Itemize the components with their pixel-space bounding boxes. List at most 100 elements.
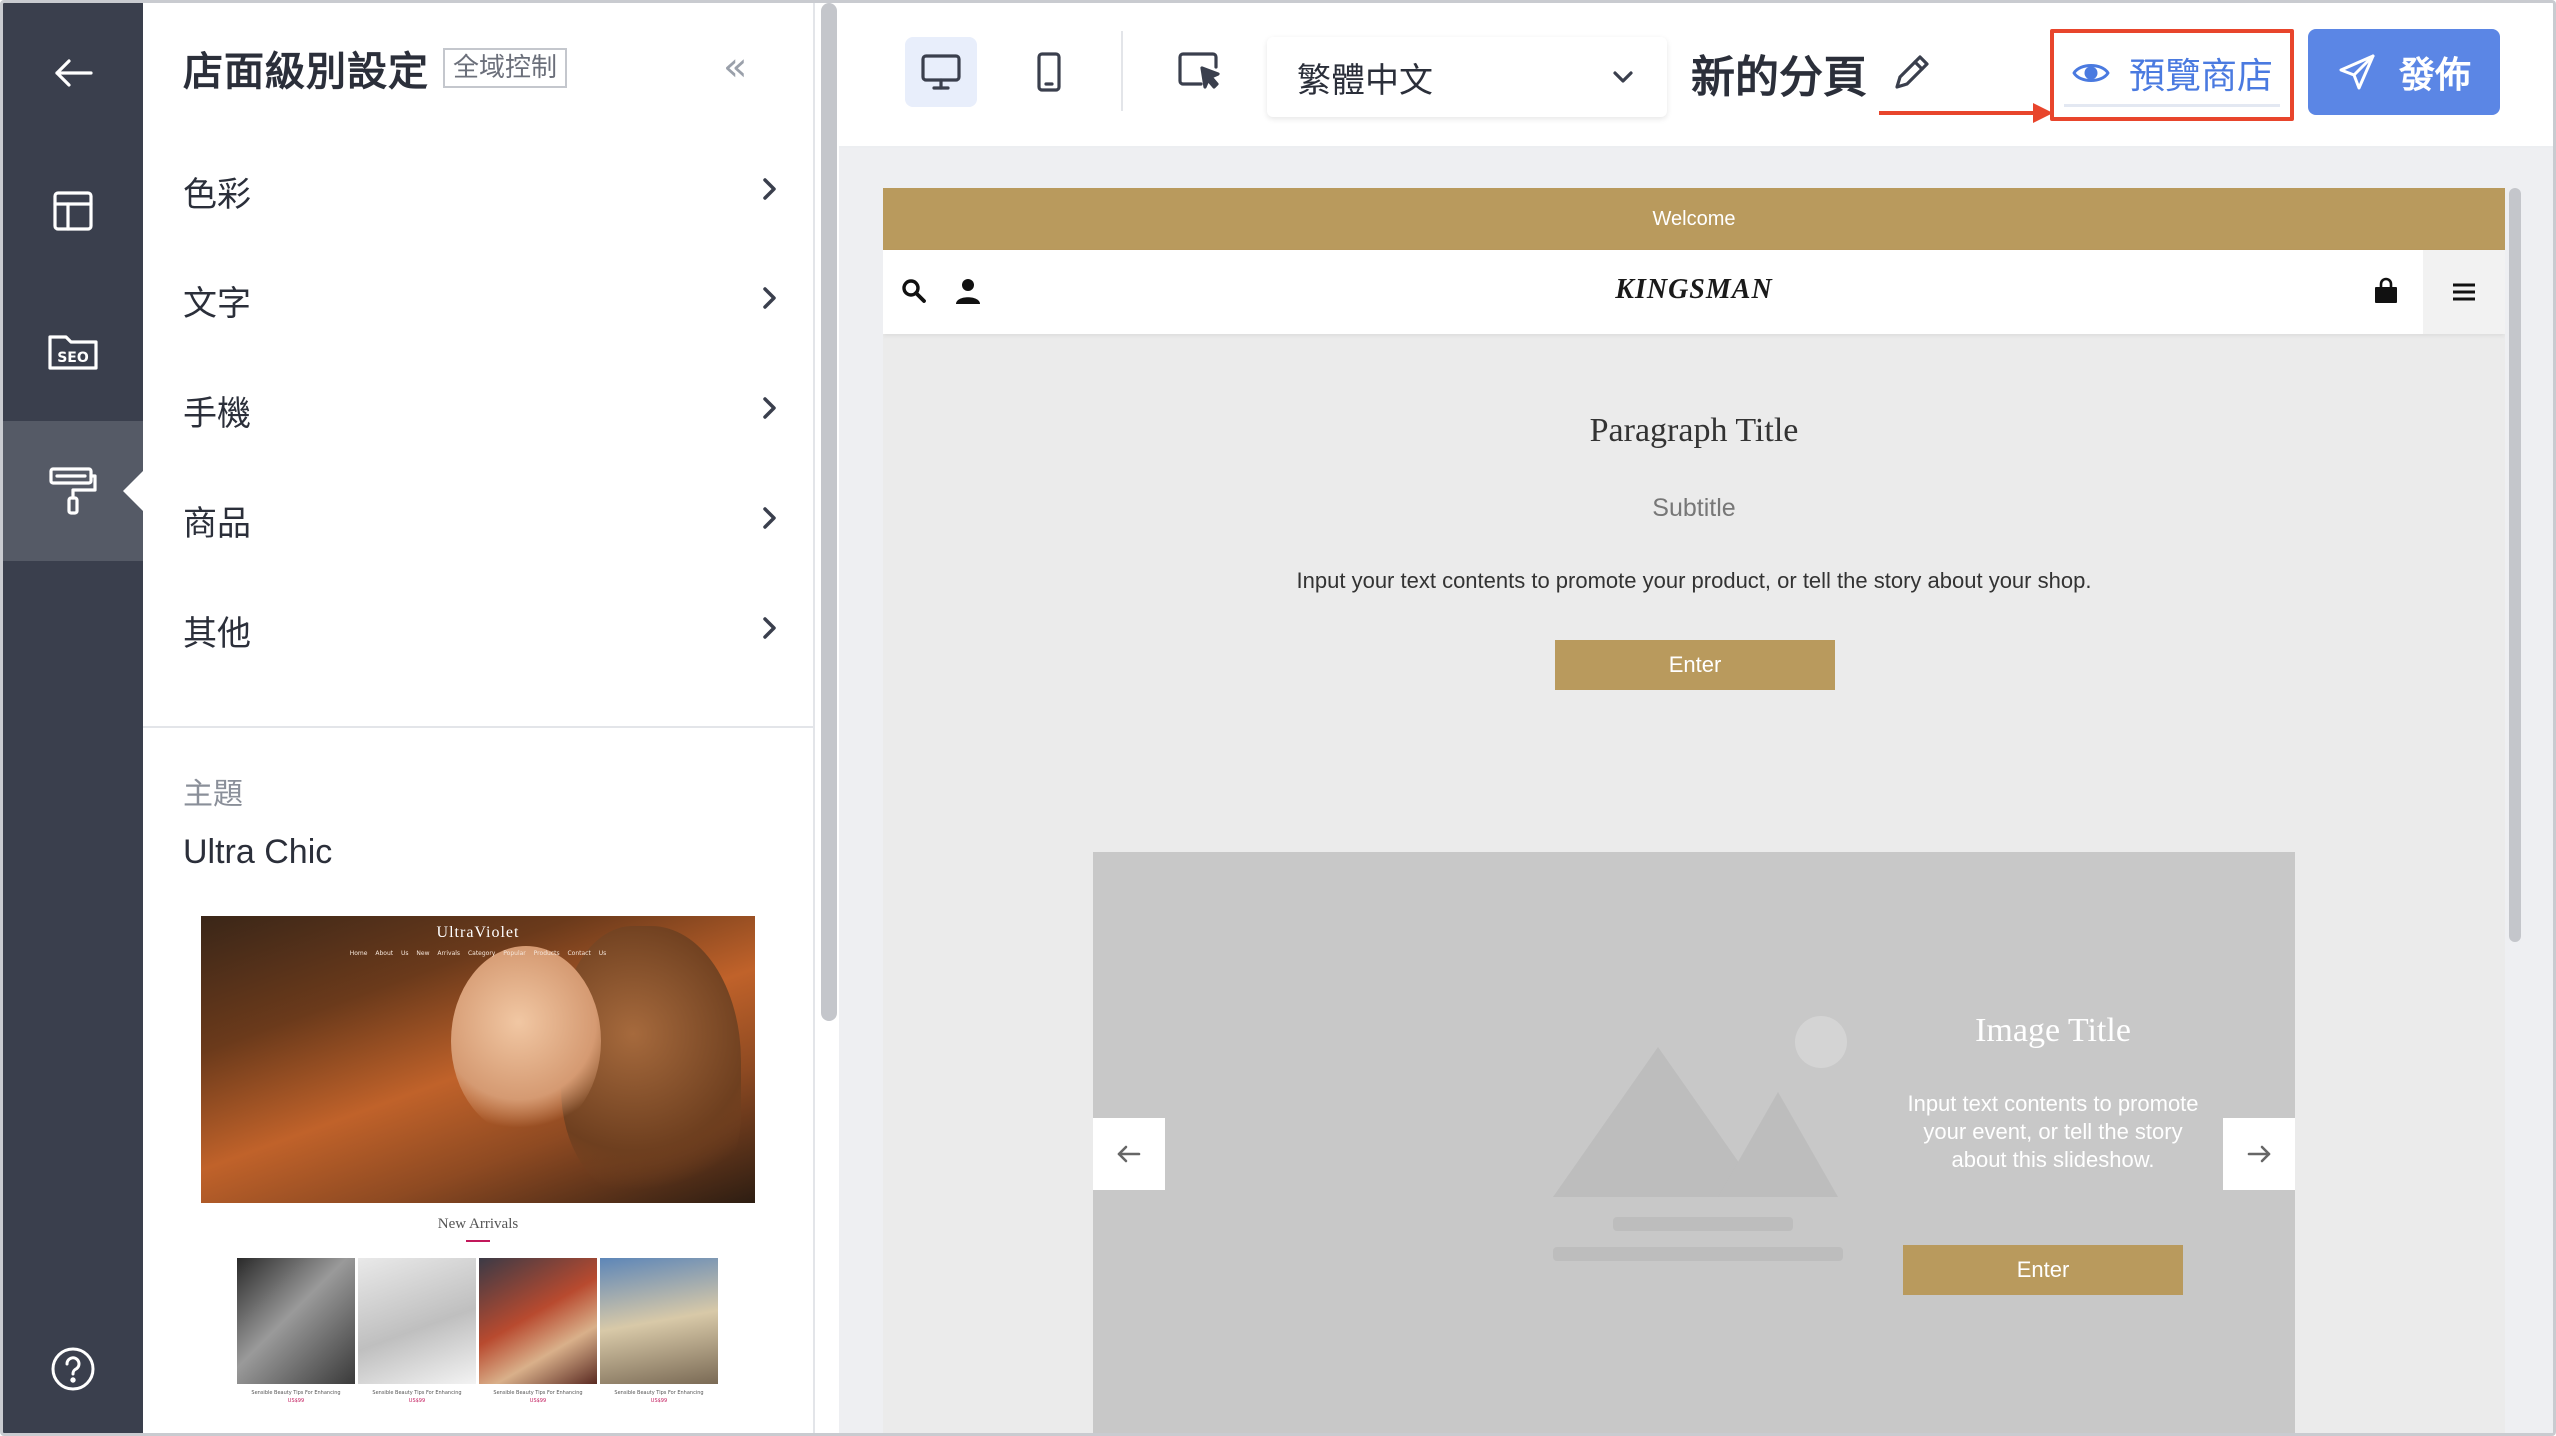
- product-thumbnail: Sensible Beauty Tips For Enhancing US$99: [600, 1258, 718, 1404]
- mobile-view-button[interactable]: [1013, 37, 1085, 107]
- annotation-arrow-icon: [1879, 103, 2053, 123]
- active-pointer: [123, 471, 143, 511]
- image-placeholder-icon: [1553, 1016, 1847, 1261]
- product-caption: Sensible Beauty Tips For Enhancing: [493, 1390, 583, 1396]
- panel-title: 店面級別設定: [183, 49, 429, 95]
- arrow-right-icon: [2247, 1145, 2271, 1163]
- slide-enter-button[interactable]: Enter: [1903, 1245, 2183, 1295]
- product-thumbnail: Sensible Beauty Tips For Enhancing US$99: [237, 1258, 355, 1404]
- menu-item-products[interactable]: 商品: [183, 480, 783, 560]
- product-price: US$99: [408, 1398, 426, 1404]
- help-circle-icon: [51, 1347, 95, 1391]
- chevron-down-icon: [1613, 71, 1633, 83]
- menu-item-text[interactable]: 文字: [183, 260, 783, 340]
- editor-toolbar: 繁體中文 新的分頁 預覽商店 發佈: [839, 3, 2553, 148]
- select-element-button[interactable]: [1165, 37, 1237, 107]
- chevron-right-icon: [755, 175, 783, 207]
- hamburger-icon: [2453, 283, 2475, 301]
- menu-item-label: 其他: [183, 613, 251, 654]
- page-name-text: 新的分頁: [1691, 52, 1867, 103]
- chevron-right-icon: [755, 394, 783, 426]
- paragraph-title[interactable]: Paragraph Title: [883, 412, 2505, 450]
- publish-button[interactable]: 發佈: [2308, 29, 2500, 115]
- product-price: US$99: [650, 1398, 668, 1404]
- theme-preview-section-title: New Arrivals: [437, 1216, 519, 1232]
- product-caption: Sensible Beauty Tips For Enhancing: [251, 1390, 341, 1396]
- chevron-right-icon: [755, 614, 783, 646]
- edit-pencil-icon[interactable]: [1889, 51, 1933, 95]
- collapse-panel-button[interactable]: «: [723, 47, 747, 87]
- eye-icon: [2072, 63, 2110, 82]
- chevron-right-icon: [755, 284, 783, 316]
- slide-body[interactable]: Input text contents to promote your even…: [1893, 1090, 2213, 1174]
- section-underline: [466, 1240, 490, 1242]
- product-price: US$99: [529, 1398, 547, 1404]
- product-caption: Sensible Beauty Tips For Enhancing: [372, 1390, 462, 1396]
- preview-store-button[interactable]: 預覽商店: [2064, 41, 2280, 107]
- seo-folder-icon: SEO: [48, 335, 98, 370]
- desktop-view-button[interactable]: [905, 37, 977, 107]
- theme-preview-brand: UltraViolet: [436, 924, 520, 941]
- slide-next-button[interactable]: [2223, 1118, 2295, 1190]
- seo-label: SEO: [57, 350, 89, 366]
- panel-scrollbar[interactable]: [821, 3, 837, 1021]
- site-header[interactable]: KINGSMAN: [883, 250, 2505, 334]
- seo-button[interactable]: SEO: [3, 281, 143, 421]
- menu-item-color[interactable]: 色彩: [183, 151, 783, 231]
- theme-section-label: 主題: [183, 777, 243, 812]
- product-thumbnail: Sensible Beauty Tips For Enhancing US$99: [479, 1258, 597, 1404]
- design-button[interactable]: [3, 421, 143, 561]
- chevron-right-icon: [755, 504, 783, 536]
- slide-prev-button[interactable]: [1093, 1118, 1165, 1190]
- editor-canvas: Welcome KINGSMAN Paragraph Title Subtitl…: [839, 148, 2553, 1433]
- paragraph-enter-button[interactable]: Enter: [1555, 640, 1835, 690]
- divider: [143, 726, 813, 728]
- layout-icon: [53, 191, 93, 231]
- back-arrow-icon: [55, 59, 93, 87]
- hero-face: [451, 946, 601, 1136]
- menu-item-mobile[interactable]: 手機: [183, 370, 783, 450]
- preview-store-label: 預覽商店: [2128, 55, 2273, 97]
- menu-item-other[interactable]: 其他: [183, 590, 783, 670]
- mobile-icon: [1037, 52, 1061, 92]
- help-button[interactable]: [49, 1345, 97, 1397]
- theme-hero-image: UltraViolet Home About Us New Arrivals C…: [201, 916, 755, 1203]
- theme-preview-products: Sensible Beauty Tips For Enhancing US$99…: [237, 1258, 718, 1404]
- theme-preview-nav: Home About Us New Arrivals Category Popu…: [349, 950, 607, 957]
- slide-title[interactable]: Image Title: [1893, 1012, 2213, 1050]
- paper-plane-icon: [2339, 54, 2375, 90]
- theme-preview-image[interactable]: UltraViolet Home About Us New Arrivals C…: [201, 916, 755, 1433]
- hamburger-menu-button[interactable]: [2423, 250, 2505, 334]
- welcome-bar[interactable]: Welcome: [883, 188, 2505, 250]
- global-control-badge: 全域控制: [443, 48, 568, 88]
- site-brand[interactable]: KINGSMAN: [883, 274, 2505, 306]
- shopping-bag-icon[interactable]: [2371, 276, 2401, 306]
- back-button[interactable]: [3, 3, 143, 143]
- paragraph-body[interactable]: Input your text contents to promote your…: [883, 568, 2505, 594]
- canvas-scrollbar[interactable]: [2509, 188, 2521, 942]
- menu-item-label: 色彩: [183, 174, 251, 215]
- arrow-left-icon: [1117, 1145, 1141, 1163]
- toolbar-divider: [1121, 31, 1123, 111]
- desktop-icon: [921, 54, 961, 90]
- layout-button[interactable]: [3, 141, 143, 281]
- enter-label: Enter: [1668, 652, 1722, 677]
- publish-label: 發佈: [2398, 55, 2471, 96]
- page-name: 新的分頁: [1691, 41, 1933, 105]
- cursor-select-icon: [1178, 52, 1220, 89]
- theme-name: Ultra Chic: [183, 833, 333, 871]
- paint-roller-icon: [49, 467, 97, 515]
- product-caption: Sensible Beauty Tips For Enhancing: [614, 1390, 704, 1396]
- settings-panel: 店面級別設定 全域控制 « 色彩 文字 手機 商品 其他 主題 Ultra Ch…: [143, 3, 815, 1433]
- language-select[interactable]: 繁體中文: [1267, 37, 1667, 117]
- language-value: 繁體中文: [1297, 60, 1433, 101]
- welcome-text: Welcome: [1652, 207, 1736, 230]
- site-preview[interactable]: Welcome KINGSMAN Paragraph Title Subtitl…: [883, 188, 2505, 1433]
- product-price: US$99: [287, 1398, 305, 1404]
- menu-item-label: 文字: [183, 283, 251, 324]
- slideshow[interactable]: Image Title Input text contents to promo…: [1093, 852, 2295, 1433]
- paragraph-subtitle[interactable]: Subtitle: [883, 494, 2505, 523]
- enter-label: Enter: [2016, 1257, 2070, 1282]
- panel-header: 店面級別設定 全域控制: [183, 39, 568, 97]
- menu-item-label: 手機: [183, 393, 251, 434]
